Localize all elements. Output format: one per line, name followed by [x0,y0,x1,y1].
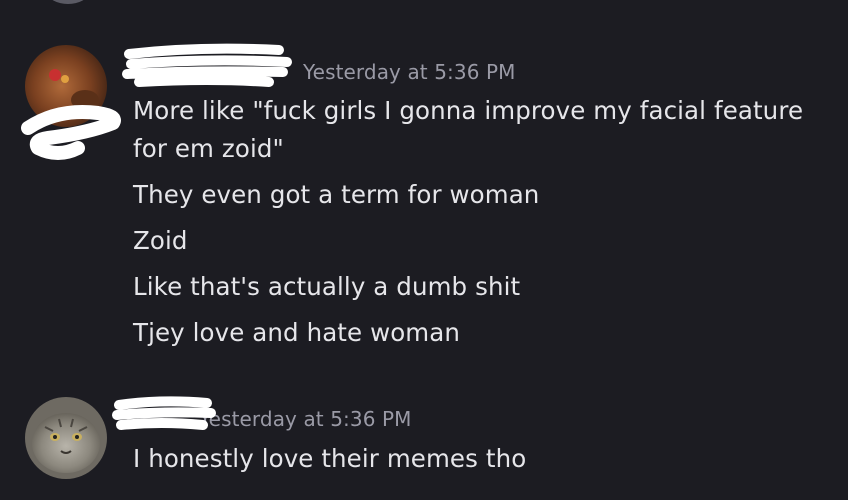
previous-avatar-fragment [48,0,88,4]
message-list: More like "fuck girls I gonna improve my… [133,92,823,360]
timestamp[interactable]: Yesterday at 5:36 PM [303,60,516,84]
message-line: Tjey love and hate woman [133,318,461,347]
message-line: Like that's actually a dumb shit [133,272,521,301]
message-line: More like "fuck girls I gonna improve my… [133,96,804,163]
message-header: Yesterday at 5:36 PM [122,43,516,87]
username[interactable] [112,396,216,431]
message-list: I honestly love their memes tho [133,440,823,486]
message-header: Yesterday at 5:36 PM [112,396,412,433]
message-line: Zoid [133,226,188,255]
message-line: They even got a term for woman [133,180,540,209]
user-avatar-icon[interactable] [25,45,107,127]
timestamp[interactable]: Yesterday at 5:36 PM [199,407,412,431]
cat-avatar-icon[interactable] [25,397,107,479]
message-line: I honestly love their memes tho [133,444,527,473]
username[interactable] [122,43,293,87]
username-redaction [122,43,292,87]
